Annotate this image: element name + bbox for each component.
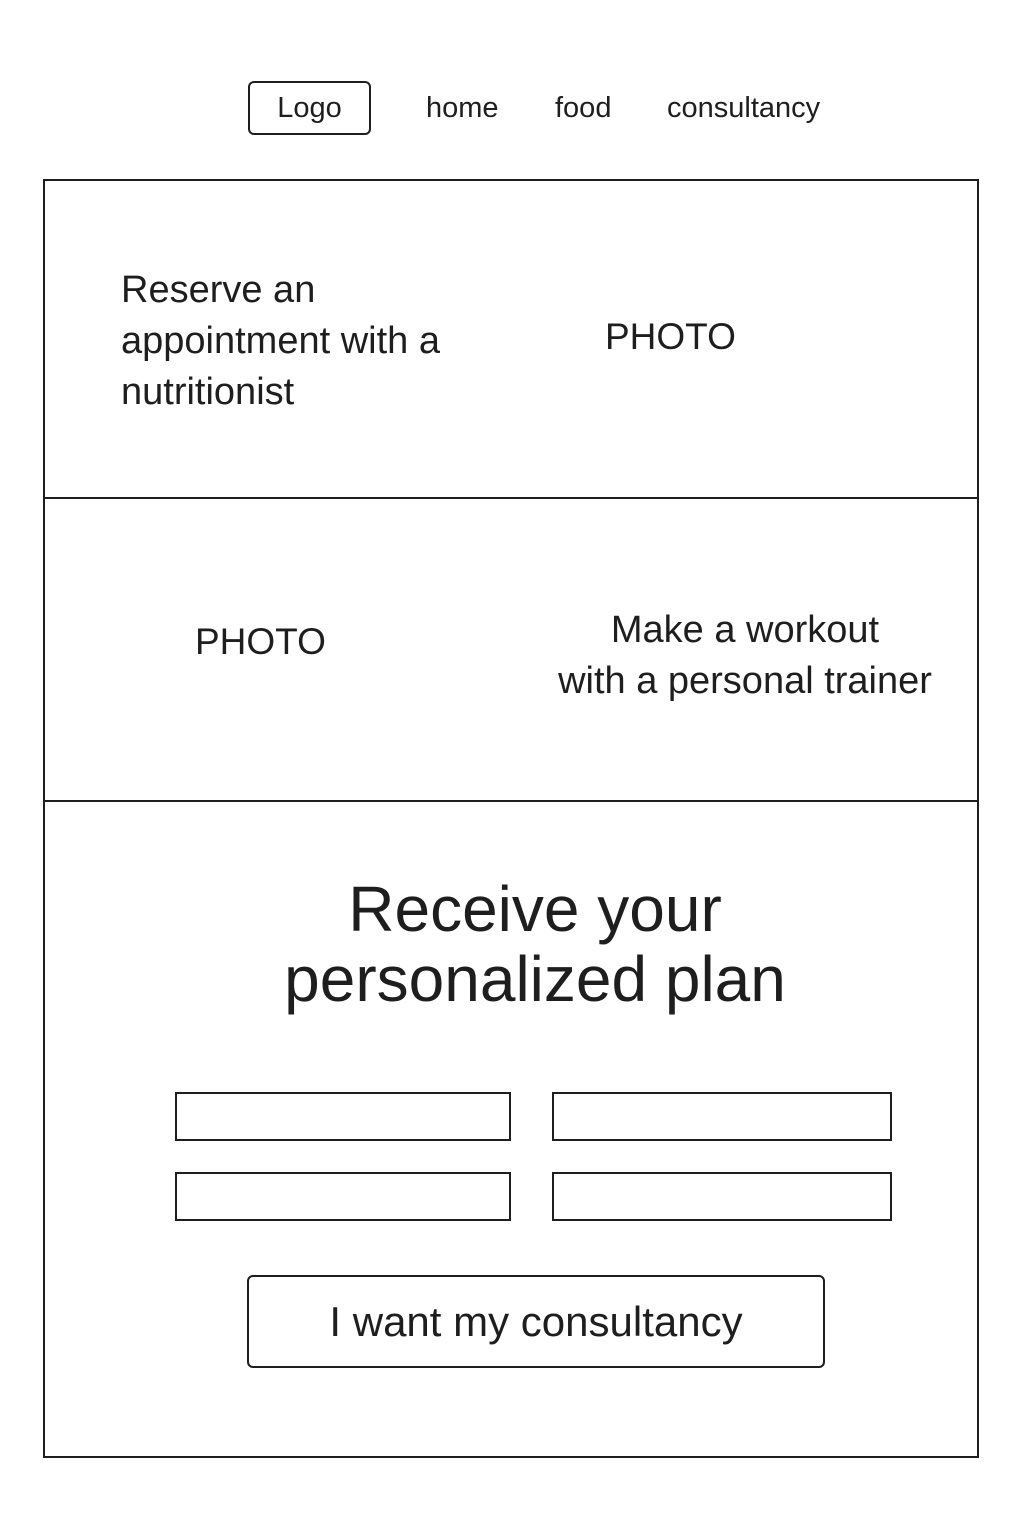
trainer-text-line-1: Make a workout xyxy=(610,609,880,651)
nav-link-home[interactable]: home xyxy=(426,86,499,130)
consultancy-submit-button[interactable]: I want my consultancy xyxy=(247,1275,825,1368)
consultancy-submit-label: I want my consultancy xyxy=(329,1297,743,1345)
nutritionist-text: Reserve an appointment with a nutritioni… xyxy=(121,269,440,413)
nav-link-food[interactable]: food xyxy=(555,86,611,130)
plan-heading-line-2: personalized plan xyxy=(284,943,786,1015)
top-navigation: Logo home food consultancy xyxy=(0,0,1024,170)
nutritionist-photo-placeholder: PHOTO xyxy=(605,316,736,357)
nutritionist-section: Reserve an appointment with a nutritioni… xyxy=(45,181,977,499)
plan-form-field-1[interactable] xyxy=(175,1092,511,1141)
plan-form-field-3[interactable] xyxy=(175,1172,511,1221)
trainer-photo-placeholder: PHOTO xyxy=(195,621,326,662)
plan-heading: Receive your personalized plan xyxy=(185,874,885,1014)
trainer-section: PHOTO Make a workout with a personal tra… xyxy=(45,499,977,802)
trainer-text: Make a workout with a personal trainer xyxy=(535,605,955,707)
content-frame: Reserve an appointment with a nutritioni… xyxy=(43,179,979,1458)
plan-form-field-2[interactable] xyxy=(552,1092,892,1141)
plan-form-field-4[interactable] xyxy=(552,1172,892,1221)
logo[interactable]: Logo xyxy=(248,81,371,135)
trainer-text-line-2: with a personal trainer xyxy=(558,660,932,702)
plan-heading-line-1: Receive your xyxy=(348,873,722,945)
logo-label: Logo xyxy=(277,91,342,124)
plan-section: Receive your personalized plan I want my… xyxy=(45,802,977,1458)
nav-link-consultancy[interactable]: consultancy xyxy=(667,86,820,130)
